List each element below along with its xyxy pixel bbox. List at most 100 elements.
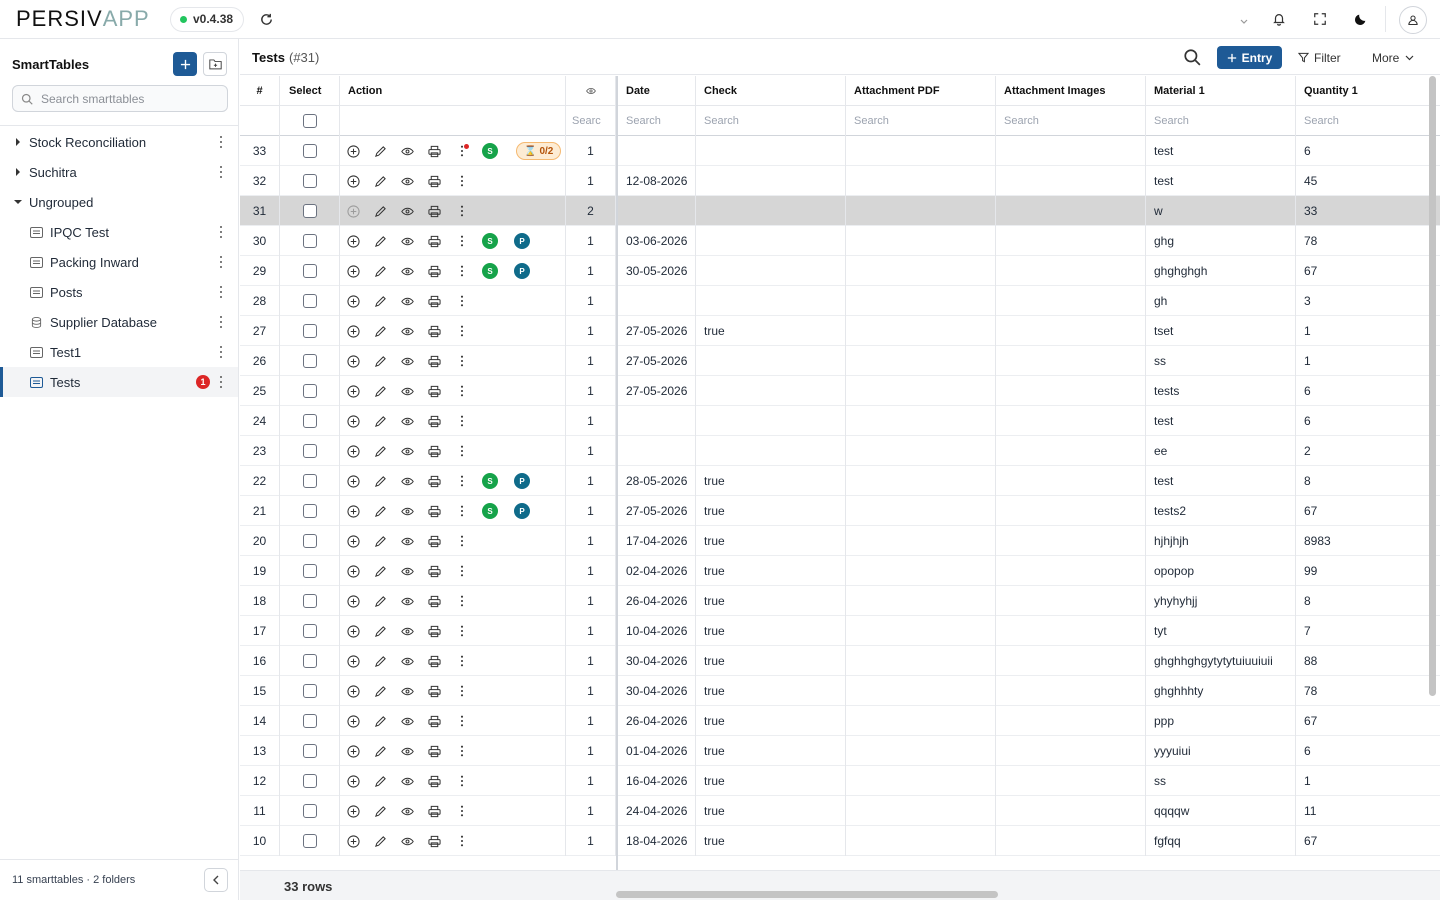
attachment-pdf-cell[interactable] (846, 256, 996, 286)
row-kebab-icon[interactable] (448, 616, 475, 646)
date-cell[interactable] (616, 286, 696, 316)
row-checkbox[interactable] (302, 504, 317, 518)
kebab-menu-icon[interactable] (219, 166, 223, 178)
print-icon[interactable] (421, 256, 448, 286)
table-row[interactable]: 20 1 17-04-2026 true hjhjhjh 8983 (240, 526, 1440, 556)
row-kebab-icon[interactable] (448, 436, 475, 466)
row-kebab-icon[interactable] (448, 286, 475, 316)
material-1-cell[interactable]: test (1146, 466, 1296, 496)
material-1-cell[interactable]: test (1146, 166, 1296, 196)
quantity-1-cell[interactable]: 6 (1296, 136, 1430, 166)
sidebar-item-packing-inward[interactable]: Packing Inward (0, 247, 238, 277)
print-icon[interactable] (421, 166, 448, 196)
row-checkbox[interactable] (302, 174, 317, 188)
material-1-cell[interactable]: ghghhhty (1146, 676, 1296, 706)
view-icon[interactable] (394, 346, 421, 376)
quantity-1-search-input[interactable] (1304, 115, 1430, 127)
group-ungrouped[interactable]: Ungrouped (0, 187, 238, 217)
view-icon[interactable] (394, 436, 421, 466)
attachment-pdf-cell[interactable] (846, 436, 996, 466)
attachment-pdf-cell[interactable] (846, 676, 996, 706)
table-row[interactable]: 12 1 16-04-2026 true ss 1 (240, 766, 1440, 796)
kebab-menu-icon[interactable] (219, 256, 223, 268)
date-cell[interactable]: 28-05-2026 (616, 466, 696, 496)
add-child-icon[interactable] (340, 286, 367, 316)
attachment-pdf-cell[interactable] (846, 346, 996, 376)
caret-right-icon[interactable] (14, 167, 22, 177)
edit-icon[interactable] (367, 256, 394, 286)
attachment-pdf-cell[interactable] (846, 526, 996, 556)
attachment-pdf-cell[interactable] (846, 556, 996, 586)
add-child-icon[interactable] (340, 826, 367, 856)
quantity-1-cell[interactable]: 3 (1296, 286, 1430, 316)
attachment-images-cell[interactable] (996, 256, 1146, 286)
column-header-visibility[interactable] (566, 76, 616, 106)
table-row[interactable]: 28 1 gh 3 (240, 286, 1440, 316)
check-cell[interactable] (696, 376, 846, 406)
table-row[interactable]: 30 S P 1 03-06-2026 ghg 78 (240, 226, 1440, 256)
row-kebab-icon[interactable] (448, 376, 475, 406)
date-cell[interactable]: 26-04-2026 (616, 706, 696, 736)
status-s-badge[interactable]: S (482, 503, 498, 519)
date-cell[interactable]: 26-04-2026 (616, 586, 696, 616)
material-1-cell[interactable]: hjhjhjh (1146, 526, 1296, 556)
row-kebab-icon[interactable] (448, 646, 475, 676)
check-cell[interactable]: true (696, 316, 846, 346)
view-icon[interactable] (394, 556, 421, 586)
quantity-1-cell[interactable]: 8 (1296, 466, 1430, 496)
add-child-icon[interactable] (340, 166, 367, 196)
user-avatar[interactable] (1399, 6, 1427, 34)
row-kebab-icon[interactable] (448, 556, 475, 586)
row-kebab-icon[interactable] (448, 496, 475, 526)
attachment-pdf-cell[interactable] (846, 826, 996, 856)
edit-icon[interactable] (367, 166, 394, 196)
attachment-images-cell[interactable] (996, 496, 1146, 526)
material-1-cell[interactable]: gh (1146, 286, 1296, 316)
view-icon[interactable] (394, 766, 421, 796)
attachment-pdf-cell[interactable] (846, 496, 996, 526)
print-icon[interactable] (421, 676, 448, 706)
bell-icon[interactable] (1269, 9, 1289, 29)
version-badge[interactable]: v0.4.38 (170, 7, 245, 32)
add-child-icon[interactable] (340, 256, 367, 286)
add-child-icon[interactable] (340, 766, 367, 796)
attachment-images-search-input[interactable] (1004, 115, 1145, 127)
column-header-date[interactable]: Date (616, 76, 696, 106)
table-row[interactable]: 31 2 w 33 (240, 196, 1440, 226)
add-child-icon[interactable] (340, 706, 367, 736)
edit-icon[interactable] (367, 736, 394, 766)
row-kebab-icon[interactable] (448, 796, 475, 826)
quantity-1-cell[interactable]: 78 (1296, 226, 1430, 256)
date-cell[interactable]: 17-04-2026 (616, 526, 696, 556)
row-kebab-icon[interactable] (448, 676, 475, 706)
status-s-badge[interactable]: S (482, 473, 498, 489)
edit-icon[interactable] (367, 496, 394, 526)
material-1-cell[interactable]: w (1146, 196, 1296, 226)
add-child-icon[interactable] (340, 646, 367, 676)
row-kebab-icon[interactable] (448, 316, 475, 346)
row-checkbox[interactable] (302, 624, 317, 638)
print-icon[interactable] (421, 226, 448, 256)
row-kebab-icon[interactable] (448, 736, 475, 766)
chevron-down-icon[interactable] (1234, 11, 1254, 31)
status-s-badge[interactable]: S (482, 263, 498, 279)
view-icon[interactable] (394, 526, 421, 556)
quantity-1-cell[interactable]: 8 (1296, 586, 1430, 616)
edit-icon[interactable] (367, 826, 394, 856)
attachment-pdf-cell[interactable] (846, 466, 996, 496)
row-checkbox[interactable] (302, 594, 317, 608)
edit-icon[interactable] (367, 706, 394, 736)
check-cell[interactable]: true (696, 526, 846, 556)
date-cell[interactable] (616, 136, 696, 166)
print-icon[interactable] (421, 796, 448, 826)
date-cell[interactable]: 30-04-2026 (616, 646, 696, 676)
attachment-images-cell[interactable] (996, 436, 1146, 466)
column-header-action[interactable]: Action (340, 76, 566, 106)
print-icon[interactable] (421, 586, 448, 616)
attachment-images-cell[interactable] (996, 526, 1146, 556)
edit-icon[interactable] (367, 316, 394, 346)
table-row[interactable]: 17 1 10-04-2026 true tyt 7 (240, 616, 1440, 646)
check-cell[interactable] (696, 286, 846, 316)
attachment-images-cell[interactable] (996, 196, 1146, 226)
row-checkbox[interactable] (302, 564, 317, 578)
